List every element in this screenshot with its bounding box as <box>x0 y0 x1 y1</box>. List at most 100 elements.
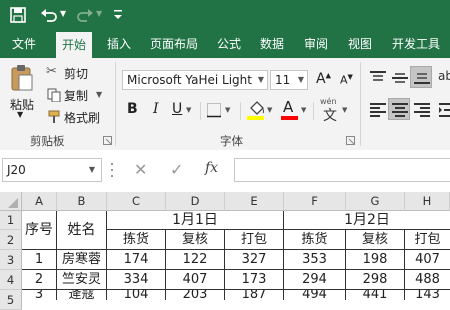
column-header-a[interactable]: A <box>22 192 57 211</box>
cell-b1-name-header[interactable]: 姓名 <box>57 211 107 250</box>
bold-button[interactable]: B <box>124 100 142 120</box>
customize-qat-icon[interactable] <box>112 8 124 22</box>
middle-align-button[interactable] <box>388 66 410 88</box>
align-center-button[interactable] <box>388 98 410 120</box>
cell-e2-subheader[interactable]: 打包 <box>225 230 284 250</box>
column-header-b[interactable]: B <box>57 192 107 211</box>
cell-c1-date1-header[interactable]: 1月1日 <box>107 211 284 230</box>
italic-button[interactable]: I <box>148 100 166 120</box>
formula-input[interactable] <box>234 158 450 182</box>
cell-f2-subheader[interactable]: 拣货 <box>284 230 346 250</box>
column-header-c[interactable]: C <box>107 192 166 211</box>
indent-button[interactable] <box>436 98 450 120</box>
font-name-combo[interactable]: Microsoft YaHei Light ▼ <box>122 70 268 90</box>
cell-h2-subheader[interactable]: 打包 <box>405 230 450 250</box>
tab-home[interactable]: 开始 <box>56 32 93 58</box>
table-cell[interactable]: 143 <box>405 290 450 300</box>
format-painter-button[interactable]: 格式刷 <box>46 108 106 126</box>
bottom-align-button[interactable] <box>410 66 432 88</box>
cut-button[interactable]: ✂ 剪切 <box>46 64 96 82</box>
column-header-f[interactable]: F <box>284 192 346 211</box>
select-all-button[interactable] <box>0 192 22 211</box>
tab-data[interactable]: 数据 <box>258 30 286 58</box>
border-grid-icon <box>207 103 221 118</box>
insert-function-icon[interactable]: fx <box>205 160 218 176</box>
table-cell[interactable]: 187 <box>225 290 284 300</box>
tab-file[interactable]: 文件 <box>10 30 38 58</box>
table-cell[interactable]: 294 <box>284 270 346 290</box>
formula-bar-grip-icon[interactable] <box>110 160 114 180</box>
phonetic-guide-button[interactable]: wén 文 ▼ <box>318 97 352 124</box>
redo-dropdown-icon[interactable]: ▼ <box>96 9 102 18</box>
table-cell[interactable]: 1 <box>22 250 57 270</box>
cell-f1-date2-header[interactable]: 1月2日 <box>284 211 450 230</box>
font-dialog-launcher-icon[interactable] <box>346 136 355 145</box>
cell-g2-subheader[interactable]: 复核 <box>346 230 405 250</box>
font-name-dropdown-icon[interactable]: ▼ <box>258 71 264 89</box>
tab-developer[interactable]: 开发工具 <box>390 30 442 58</box>
row-header-4[interactable]: 4 <box>0 270 22 290</box>
table-cell[interactable]: 407 <box>405 250 450 270</box>
name-box-dropdown-icon[interactable]: ▼ <box>89 159 95 181</box>
table-cell[interactable]: 488 <box>405 270 450 290</box>
table-cell[interactable]: 2 <box>22 270 57 290</box>
table-cell[interactable]: 3 <box>22 290 57 300</box>
row-header-5[interactable]: 5 <box>0 290 22 310</box>
align-center-icon <box>392 103 408 117</box>
cell-a1-seq-header[interactable]: 序号 <box>22 211 57 250</box>
table-cell[interactable]: 逄寇 <box>57 290 107 300</box>
align-left-button[interactable] <box>366 98 388 120</box>
paste-button[interactable]: 粘贴 ▼ <box>4 62 40 120</box>
table-cell[interactable]: 122 <box>166 250 225 270</box>
table-cell[interactable]: 407 <box>166 270 225 290</box>
table-cell[interactable]: 203 <box>166 290 225 300</box>
font-size-combo[interactable]: 11 ▼ <box>270 70 308 90</box>
borders-button[interactable]: ▼ <box>205 100 235 120</box>
align-right-button[interactable] <box>410 98 432 120</box>
cell-c2-subheader[interactable]: 拣货 <box>107 230 166 250</box>
column-header-g[interactable]: G <box>346 192 405 211</box>
table-cell[interactable]: 198 <box>346 250 405 270</box>
fill-color-button[interactable]: ▼ <box>246 98 276 122</box>
tab-page-layout[interactable]: 页面布局 <box>148 30 200 58</box>
name-box[interactable]: J20 ▼ <box>2 158 102 182</box>
table-cell[interactable]: 353 <box>284 250 346 270</box>
row-header-1[interactable]: 1 <box>0 211 22 230</box>
cancel-icon[interactable]: ✕ <box>134 160 147 179</box>
table-cell[interactable]: 494 <box>284 290 346 300</box>
table-cell[interactable]: 298 <box>346 270 405 290</box>
underline-dropdown-icon: ▼ <box>186 106 192 114</box>
save-icon[interactable] <box>10 7 26 23</box>
enter-icon[interactable]: ✓ <box>170 160 183 179</box>
redo-icon[interactable] <box>76 7 94 23</box>
tab-formulas[interactable]: 公式 <box>215 30 243 58</box>
top-align-button[interactable] <box>366 66 388 88</box>
table-cell[interactable]: 441 <box>346 290 405 300</box>
table-cell[interactable]: 327 <box>225 250 284 270</box>
table-cell[interactable]: 173 <box>225 270 284 290</box>
tab-insert[interactable]: 插入 <box>105 30 133 58</box>
column-header-d[interactable]: D <box>166 192 225 211</box>
increase-font-size-button[interactable]: A▲ <box>314 70 334 90</box>
decrease-font-size-button[interactable]: A▼ <box>338 70 358 90</box>
table-cell[interactable]: 房寒蓉 <box>57 250 107 270</box>
clipboard-dialog-launcher-icon[interactable] <box>103 136 112 145</box>
undo-dropdown-icon[interactable]: ▼ <box>60 9 66 18</box>
tab-review[interactable]: 审阅 <box>302 30 330 58</box>
cell-d2-subheader[interactable]: 复核 <box>166 230 225 250</box>
table-cell[interactable]: 174 <box>107 250 166 270</box>
underline-button[interactable]: U ▼ <box>170 100 196 120</box>
table-cell[interactable]: 竺安灵 <box>57 270 107 290</box>
row-header-2[interactable]: 2 <box>0 230 22 250</box>
font-color-button[interactable]: A ▼ <box>280 98 310 122</box>
orientation-button[interactable]: ab <box>436 66 450 88</box>
font-size-dropdown-icon[interactable]: ▼ <box>298 71 304 89</box>
column-header-e[interactable]: E <box>225 192 284 211</box>
column-header-h[interactable]: H <box>405 192 450 211</box>
tab-view[interactable]: 视图 <box>346 30 374 58</box>
undo-icon[interactable] <box>40 7 58 23</box>
table-cell[interactable]: 334 <box>107 270 166 290</box>
copy-button[interactable]: 复制 ▼ <box>46 86 106 104</box>
row-header-3[interactable]: 3 <box>0 250 22 270</box>
table-cell[interactable]: 104 <box>107 290 166 300</box>
